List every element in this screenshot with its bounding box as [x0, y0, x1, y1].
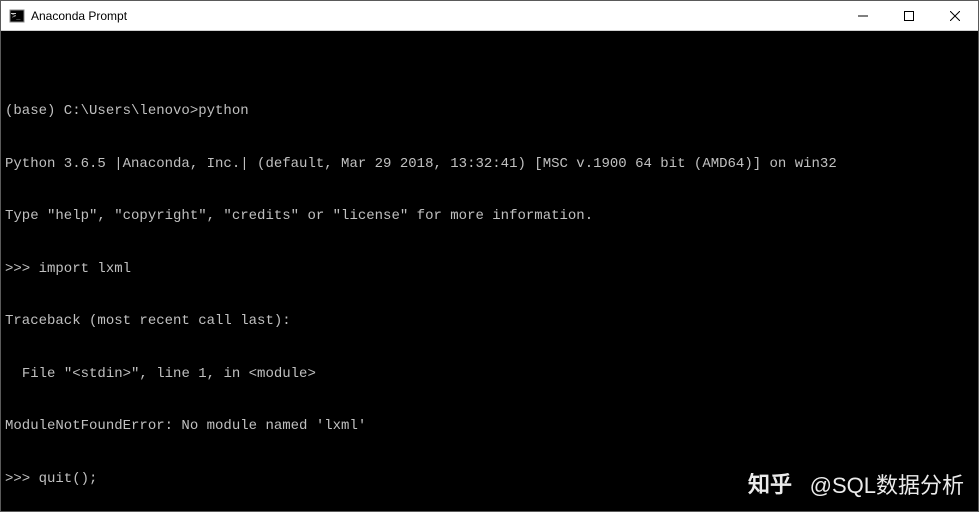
terminal-line: Traceback (most recent call last): [5, 313, 974, 331]
svg-text:>_: >_ [12, 12, 21, 20]
titlebar[interactable]: >_ Anaconda Prompt [1, 1, 978, 31]
window-controls [840, 1, 978, 30]
minimize-button[interactable] [840, 1, 886, 30]
terminal-line: ModuleNotFoundError: No module named 'lx… [5, 418, 974, 436]
terminal-line: Type "help", "copyright", "credits" or "… [5, 208, 974, 226]
maximize-button[interactable] [886, 1, 932, 30]
terminal-area[interactable]: (base) C:\Users\lenovo>python Python 3.6… [1, 31, 978, 511]
terminal-line: (base) C:\Users\lenovo>python [5, 103, 974, 121]
terminal-line: >>> import lxml [5, 261, 974, 279]
terminal-line: >>> quit(); [5, 471, 974, 489]
window-title: Anaconda Prompt [31, 9, 840, 23]
terminal-line: Python 3.6.5 |Anaconda, Inc.| (default, … [5, 156, 974, 174]
app-icon: >_ [9, 8, 25, 24]
anaconda-prompt-window: >_ Anaconda Prompt (base) C:\Users\lenov… [0, 0, 979, 512]
terminal-line: File "<stdin>", line 1, in <module> [5, 366, 974, 384]
close-button[interactable] [932, 1, 978, 30]
